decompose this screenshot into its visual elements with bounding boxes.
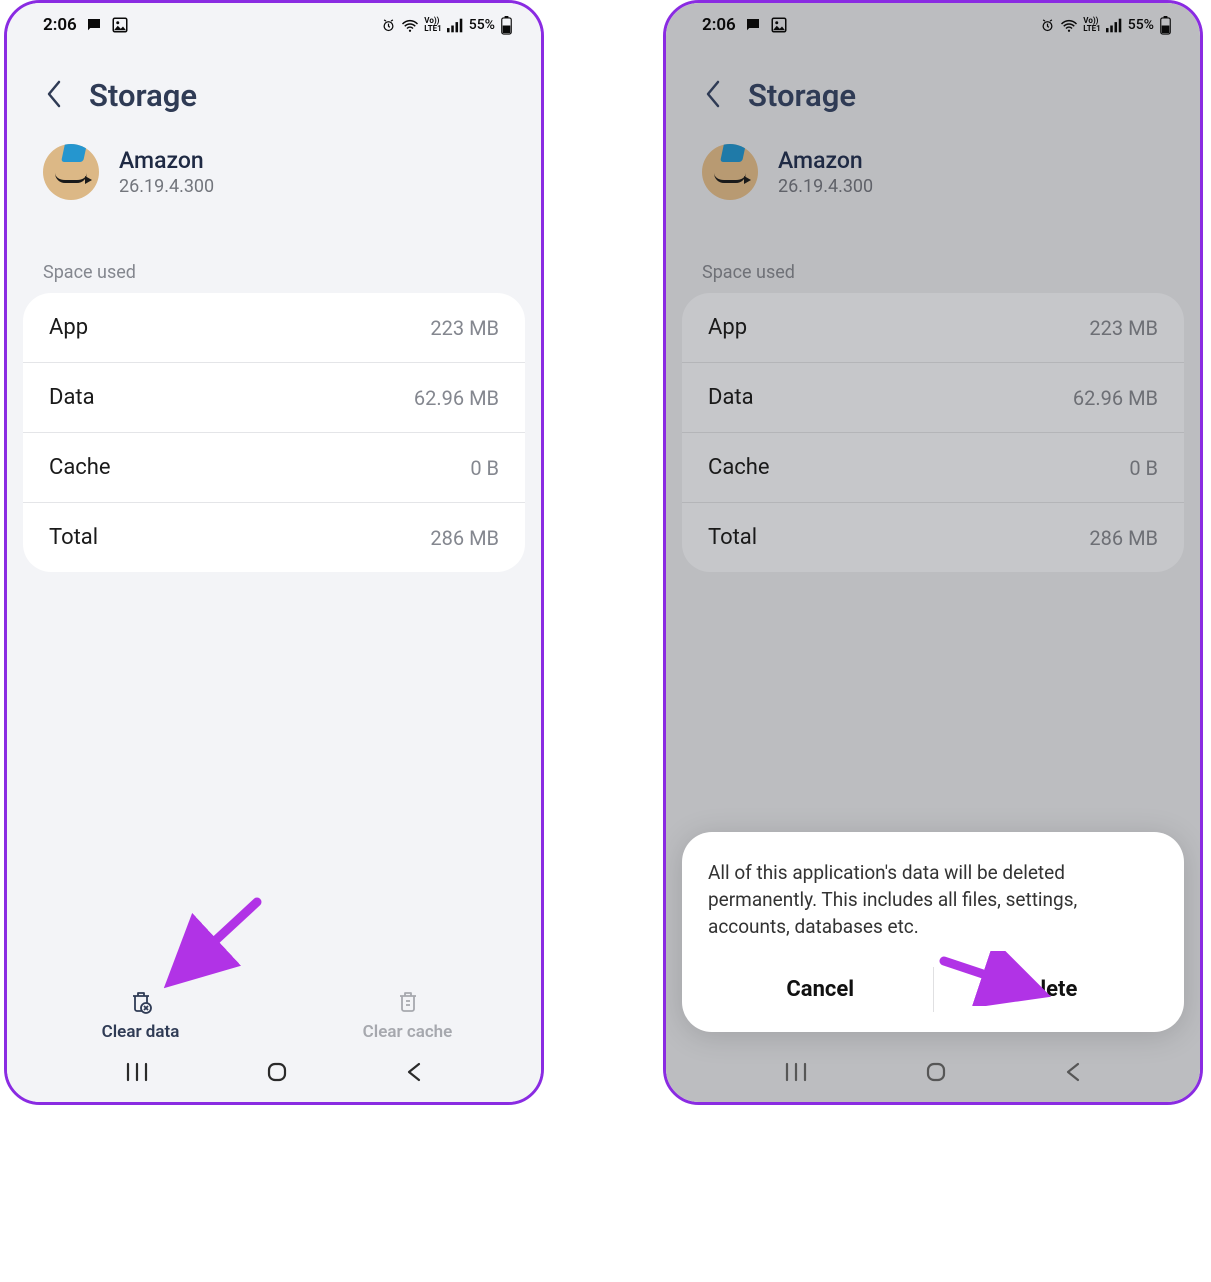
section-label: Space used (666, 210, 1200, 293)
row-total: Total 286 MB (23, 502, 525, 572)
recents-button[interactable] (125, 1062, 149, 1086)
chat-icon (744, 16, 762, 34)
amazon-app-icon (702, 144, 758, 200)
confirm-delete-dialog: All of this application's data will be d… (682, 832, 1184, 1032)
home-button[interactable] (924, 1060, 948, 1088)
wifi-icon (1060, 18, 1078, 33)
app-version: 26.19.4.300 (778, 176, 873, 197)
storage-card: App 223 MB Data 62.96 MB Cache 0 B Total… (23, 293, 525, 572)
wifi-icon (401, 18, 419, 33)
signal-icon (447, 18, 464, 33)
battery-icon (1159, 16, 1172, 35)
row-data: Data 62.96 MB (23, 362, 525, 432)
row-app: App 223 MB (682, 293, 1184, 362)
delete-button[interactable]: Delete (933, 967, 1159, 1012)
volte-icon: Vo))LTE1 (1083, 17, 1101, 33)
recents-button[interactable] (784, 1062, 808, 1086)
status-time: 2:06 (43, 15, 77, 35)
app-version: 26.19.4.300 (119, 176, 214, 197)
nav-bar (666, 1046, 1200, 1102)
signal-icon (1106, 18, 1123, 33)
status-bar: 2:06 Vo))LTE1 55% (7, 3, 541, 47)
status-bar: 2:06 Vo))LTE1 55% (666, 3, 1200, 47)
trash-plus-icon (393, 986, 423, 1016)
battery-icon (500, 16, 513, 35)
cancel-button[interactable]: Cancel (708, 967, 933, 1012)
page-title: Storage (89, 77, 197, 114)
storage-card: App 223 MB Data 62.96 MB Cache 0 B Total… (682, 293, 1184, 572)
home-button[interactable] (265, 1060, 289, 1088)
row-data: Data 62.96 MB (682, 362, 1184, 432)
amazon-app-icon (43, 144, 99, 200)
trash-icon (126, 986, 156, 1016)
back-button[interactable] (45, 79, 63, 113)
row-cache: Cache 0 B (23, 432, 525, 502)
app-row: Amazon 26.19.4.300 (7, 134, 541, 210)
battery-pct: 55% (469, 17, 495, 33)
clear-cache-button: Clear cache (274, 986, 541, 1042)
nav-back-button[interactable] (405, 1061, 423, 1087)
image-icon (111, 16, 129, 34)
app-name: Amazon (119, 147, 214, 174)
row-app: App 223 MB (23, 293, 525, 362)
app-name: Amazon (778, 147, 873, 174)
volte-icon: Vo))LTE1 (424, 17, 442, 33)
status-time: 2:06 (702, 15, 736, 35)
annotation-arrow-icon (157, 896, 267, 996)
chat-icon (85, 16, 103, 34)
alarm-icon (1040, 18, 1055, 33)
back-button[interactable] (704, 79, 722, 113)
dialog-message: All of this application's data will be d… (708, 860, 1158, 941)
clear-data-button[interactable]: Clear data (7, 986, 274, 1042)
nav-back-button[interactable] (1064, 1061, 1082, 1087)
nav-bar (7, 1046, 541, 1102)
battery-pct: 55% (1128, 17, 1154, 33)
image-icon (770, 16, 788, 34)
app-row: Amazon 26.19.4.300 (666, 134, 1200, 210)
section-label: Space used (7, 210, 541, 293)
row-cache: Cache 0 B (682, 432, 1184, 502)
page-title: Storage (748, 77, 856, 114)
alarm-icon (381, 18, 396, 33)
row-total: Total 286 MB (682, 502, 1184, 572)
